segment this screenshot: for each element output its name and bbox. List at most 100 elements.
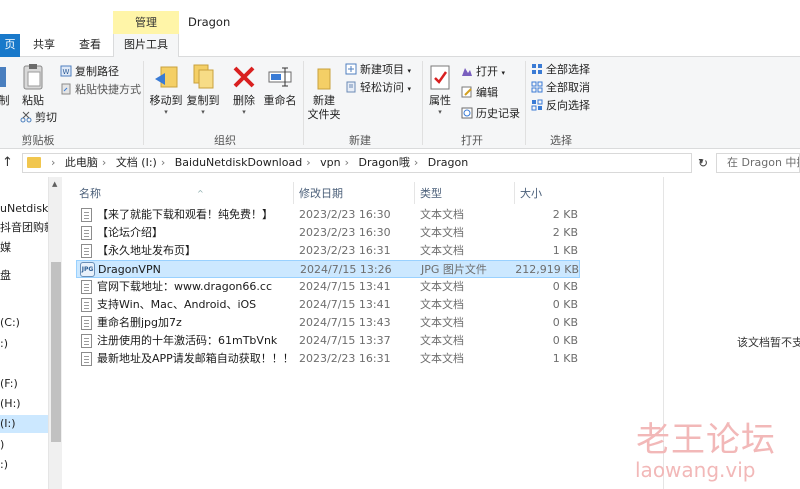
- scroll-up-arrow-icon[interactable]: ▲: [52, 180, 57, 188]
- scissors-icon: [0, 63, 8, 91]
- sort-ascending-icon: ^: [197, 189, 204, 198]
- breadcrumb-item[interactable]: vpn: [320, 156, 340, 169]
- file-row[interactable]: 【来了就能下载和观看！纯免费！】 2023/2/23 16:30 文本文档 2 …: [76, 206, 580, 224]
- select-all-button[interactable]: 全部选择: [531, 61, 590, 79]
- text-file-icon: [81, 298, 92, 312]
- file-size: 0 KB: [552, 280, 578, 293]
- file-date: 2023/2/23 16:31: [299, 244, 391, 257]
- file-row[interactable]: 【永久地址发布页】 2023/2/23 16:31 文本文档 1 KB: [76, 242, 580, 260]
- breadcrumb: › 此电脑 › 文档 (I:) › BaiduNetdiskDownload › vp…: [51, 154, 472, 172]
- tab-view[interactable]: 查看: [72, 34, 108, 57]
- file-name: 【永久地址发布页】: [97, 244, 196, 257]
- nav-scrollbar[interactable]: ▲: [48, 177, 62, 489]
- file-date: 2024/7/15 13:41: [299, 280, 391, 293]
- move-to-button[interactable]: 移动到 ▾: [149, 63, 183, 116]
- text-file-icon: [81, 334, 92, 348]
- paste-button[interactable]: 粘贴: [20, 63, 46, 108]
- edit-label: 编辑: [476, 86, 498, 99]
- breadcrumb-item[interactable]: BaiduNetdiskDownload: [175, 156, 302, 169]
- chevron-right-icon: ›: [306, 156, 311, 169]
- column-divider[interactable]: [293, 182, 294, 204]
- select-group-label: 选择: [550, 134, 572, 147]
- select-none-button[interactable]: 全部取消: [531, 79, 590, 97]
- new-group-label: 新建: [349, 134, 371, 147]
- address-bar-row: ↑ › 此电脑 › 文档 (I:) › BaiduNetdiskDownload › …: [0, 151, 800, 175]
- breadcrumb-item[interactable]: 此电脑: [65, 156, 98, 169]
- file-date: 2024/7/15 13:43: [299, 316, 391, 329]
- nav-item[interactable]: (F:): [0, 375, 48, 393]
- open-button[interactable]: 打开 ▾: [461, 63, 505, 81]
- copy-path-button[interactable]: W 复制路径: [60, 63, 119, 81]
- new-item-button[interactable]: 新建项目 ▾: [345, 61, 411, 79]
- nav-item-selected[interactable]: (I:): [0, 415, 48, 433]
- organize-group-label: 组织: [214, 134, 236, 147]
- address-bar[interactable]: › 此电脑 › 文档 (I:) › BaiduNetdiskDownload › vp…: [22, 153, 704, 173]
- history-icon: [461, 107, 473, 119]
- history-button[interactable]: 历史记录: [461, 105, 520, 123]
- copy-to-button[interactable]: 复制到 ▾: [186, 63, 220, 116]
- open-label: 打开: [476, 65, 498, 78]
- column-header-name[interactable]: 名称 ^: [79, 184, 279, 204]
- nav-item[interactable]: ): [0, 436, 48, 454]
- move-to-label: 移动到: [149, 94, 183, 107]
- search-input[interactable]: 在 Dragon 中搜索: [716, 153, 800, 173]
- easy-access-icon: [345, 81, 357, 93]
- new-folder-button[interactable]: 新建 文件夹: [307, 63, 341, 122]
- edit-button[interactable]: 编辑: [461, 84, 498, 102]
- file-row[interactable]: 重命名删jpg加7z 2024/7/15 13:43 文本文档 0 KB: [76, 314, 580, 332]
- copy-path-icon: W: [60, 65, 72, 77]
- nav-item[interactable]: (H:): [0, 395, 48, 413]
- up-arrow-icon[interactable]: ↑: [2, 154, 16, 172]
- copy-to-icon: [190, 63, 216, 91]
- edit-pencil-icon: [461, 86, 473, 98]
- nav-item[interactable]: (C:): [0, 314, 48, 332]
- move-to-icon: [153, 63, 179, 91]
- cut-partial-button[interactable]: 制: [0, 63, 12, 108]
- file-size: 2 KB: [552, 226, 578, 239]
- cut-label: 剪切: [35, 111, 57, 124]
- file-type: 文本文档: [420, 244, 464, 257]
- nav-item[interactable]: :): [0, 335, 48, 353]
- file-row[interactable]: 【论坛介绍】 2023/2/23 16:30 文本文档 2 KB: [76, 224, 580, 242]
- tab-share[interactable]: 共享: [26, 34, 62, 57]
- tab-file[interactable]: 页: [0, 34, 20, 57]
- file-type: 文本文档: [420, 352, 464, 365]
- nav-item[interactable]: 盘: [0, 267, 48, 285]
- watermark-text: 老王论坛: [636, 420, 776, 460]
- invert-selection-button[interactable]: 反向选择: [531, 97, 590, 115]
- breadcrumb-item[interactable]: Dragon哦: [358, 156, 409, 169]
- column-header-size[interactable]: 大小: [520, 184, 580, 204]
- file-row[interactable]: 注册使用的十年激活码：61mTbVnk 2024/7/15 13:37 文本文档…: [76, 332, 580, 350]
- easy-access-button[interactable]: 轻松访问 ▾: [345, 79, 411, 97]
- file-row[interactable]: 最新地址及APP请发邮箱自动获取！！！ 2023/2/23 16:31 文本文档…: [76, 350, 580, 368]
- cut-button[interactable]: 剪切: [20, 109, 57, 127]
- nav-item[interactable]: 媒: [0, 239, 48, 257]
- open-icon: [461, 65, 473, 77]
- column-header-type[interactable]: 类型: [420, 184, 510, 204]
- scrollbar-thumb[interactable]: [51, 262, 61, 442]
- file-row-selected[interactable]: JPG DragonVPN 2024/7/15 13:26 JPG 图片文件 2…: [76, 260, 580, 278]
- column-divider[interactable]: [414, 182, 415, 204]
- tab-picture-tools[interactable]: 图片工具: [113, 34, 179, 58]
- breadcrumb-item[interactable]: Dragon: [428, 156, 468, 169]
- file-type: 文本文档: [420, 226, 464, 239]
- column-divider[interactable]: [514, 182, 515, 204]
- file-name: 最新地址及APP请发邮箱自动获取！！！: [97, 352, 294, 365]
- paste-shortcut-button[interactable]: 粘贴快捷方式: [60, 81, 141, 99]
- nav-item[interactable]: 抖音团购新: [0, 219, 48, 237]
- nav-item[interactable]: uNetdiskD: [0, 200, 48, 218]
- file-row[interactable]: 支持Win、Mac、Android、iOS 2024/7/15 13:41 文本…: [76, 296, 580, 314]
- properties-button[interactable]: 属性 ▾: [427, 63, 453, 116]
- breadcrumb-item[interactable]: 文档 (I:): [116, 156, 157, 169]
- select-none-label: 全部取消: [546, 81, 590, 94]
- refresh-icon[interactable]: ↻: [694, 154, 712, 172]
- nav-item[interactable]: :): [0, 456, 48, 474]
- delete-button[interactable]: 删除 ▾: [229, 63, 259, 116]
- manage-context-tab[interactable]: 管理: [113, 11, 179, 34]
- file-size: 0 KB: [552, 316, 578, 329]
- column-header-date[interactable]: 修改日期: [299, 184, 409, 204]
- file-date: 2023/2/23 16:30: [299, 208, 391, 221]
- file-row[interactable]: 官网下载地址：www.dragon66.cc 2024/7/15 13:41 文…: [76, 278, 580, 296]
- rename-button[interactable]: 重命名: [262, 63, 298, 108]
- text-file-icon: [81, 226, 92, 240]
